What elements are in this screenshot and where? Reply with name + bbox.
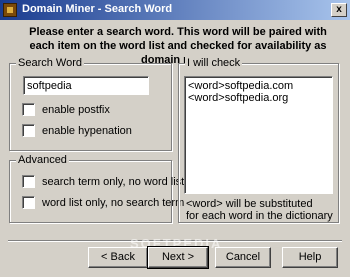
word-list-only-label: word list only, no search term [42,196,185,209]
search-term-only-label: search term only, no word list [42,175,185,188]
domain-preview-list[interactable]: <word>softpedia.com <word>softpedia.org [184,76,333,194]
search-word-group-label: Search Word [16,57,84,69]
next-button[interactable]: Next > [147,246,209,269]
enable-postfix-label: enable postfix [42,103,110,116]
advanced-group: Advanced [9,154,172,223]
i-will-check-group-label: I will check [185,57,243,69]
app-icon [3,3,17,17]
close-button[interactable]: x [331,3,347,17]
search-term-only-checkbox[interactable] [22,175,35,188]
window-title: Domain Miner - Search Word [22,3,173,15]
word-list-only-checkbox-row[interactable]: word list only, no search term [22,196,184,209]
cancel-button[interactable]: Cancel [215,247,271,268]
word-list-only-checkbox[interactable] [22,196,35,209]
button-separator [8,240,342,242]
enable-hypenation-label: enable hypenation [42,124,132,137]
enable-postfix-checkbox-row[interactable]: enable postfix [22,103,110,116]
list-item[interactable]: <word>softpedia.com [188,80,329,92]
search-term-only-checkbox-row[interactable]: search term only, no word list [22,175,184,188]
advanced-group-label: Advanced [16,154,69,166]
title-bar[interactable]: Domain Miner - Search Word x [0,0,350,20]
help-button[interactable]: Help [282,247,338,268]
back-button[interactable]: < Back [88,247,148,268]
enable-hypenation-checkbox-row[interactable]: enable hypenation [22,124,132,137]
substitution-note: <word> will be substituted for each word… [186,198,333,222]
substitution-note-line2: for each word in the dictionary [186,210,333,222]
enable-postfix-checkbox[interactable] [22,103,35,116]
list-item[interactable]: <word>softpedia.org [188,92,329,104]
substitution-note-line1: <word> will be substituted [186,198,313,210]
enable-hypenation-checkbox[interactable] [22,124,35,137]
search-word-input[interactable] [23,76,149,95]
